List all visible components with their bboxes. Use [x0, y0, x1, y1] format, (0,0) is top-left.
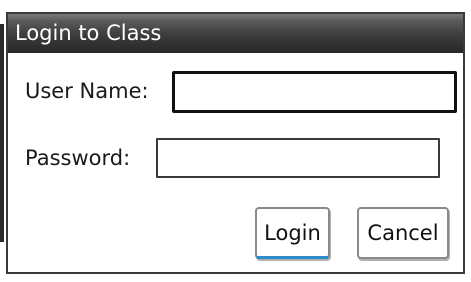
username-input[interactable]	[172, 71, 457, 113]
username-label: User Name:	[25, 79, 149, 103]
login-dialog: Login to Class User Name: Password: Logi…	[6, 12, 465, 274]
cancel-button[interactable]: Cancel	[357, 207, 449, 259]
login-button[interactable]: Login	[255, 207, 330, 259]
dialog-titlebar: Login to Class	[8, 14, 463, 53]
password-label: Password:	[25, 146, 131, 170]
password-input[interactable]	[156, 138, 440, 178]
window-edge	[0, 24, 4, 242]
dialog-title: Login to Class	[15, 21, 162, 45]
